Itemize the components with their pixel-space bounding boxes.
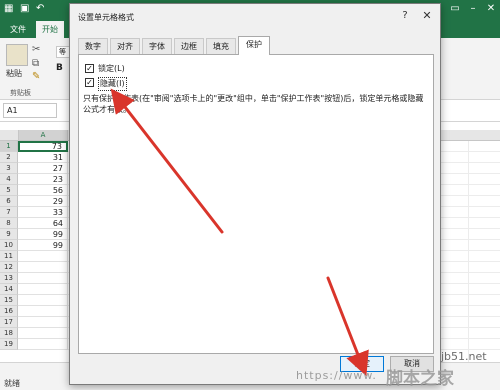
name-box[interactable]: A1 <box>3 103 57 118</box>
row-header[interactable]: 11 <box>0 251 18 262</box>
cell[interactable]: 64 <box>18 218 68 229</box>
cell[interactable] <box>18 262 68 273</box>
tab-number[interactable]: 数字 <box>78 38 108 54</box>
row-header[interactable]: 18 <box>0 328 18 339</box>
format-painter-icon[interactable]: ✎ <box>32 71 40 82</box>
watermark-site: jb51.net <box>441 350 487 363</box>
tab-file[interactable]: 文件 <box>4 21 32 38</box>
row-header[interactable]: 3 <box>0 163 18 174</box>
column-header-a[interactable]: A <box>18 130 68 141</box>
clipboard-group-label: 剪贴板 <box>10 89 31 97</box>
cell[interactable]: 31 <box>18 152 68 163</box>
cell[interactable]: 23 <box>18 174 68 185</box>
row-header[interactable]: 15 <box>0 295 18 306</box>
tab-protection[interactable]: 保护 <box>238 36 270 55</box>
protection-description: 只有保护工作表(在"审阅"选项卡上的"更改"组中，单击"保护工作表"按钮)后，锁… <box>83 94 424 114</box>
copy-icon[interactable]: ⧉ <box>32 58 39 69</box>
row-header[interactable]: 17 <box>0 317 18 328</box>
row-header[interactable]: 13 <box>0 273 18 284</box>
help-icon[interactable]: ? <box>398 9 412 23</box>
cell[interactable]: 29 <box>18 196 68 207</box>
save-icon[interactable]: ▣ <box>20 3 32 15</box>
ribbon-display-icon[interactable]: ▭ <box>448 2 462 16</box>
active-cell[interactable]: 73 <box>18 141 68 152</box>
tab-fill[interactable]: 填充 <box>206 38 236 54</box>
cell[interactable]: 99 <box>18 240 68 251</box>
row-header[interactable]: 19 <box>0 339 18 350</box>
row-header[interactable]: 7 <box>0 207 18 218</box>
cell[interactable] <box>18 251 68 262</box>
minimize-icon[interactable]: – <box>466 2 480 16</box>
cell[interactable]: 27 <box>18 163 68 174</box>
select-all-corner[interactable] <box>0 130 18 141</box>
cell[interactable]: 56 <box>18 185 68 196</box>
row-header[interactable]: 2 <box>0 152 18 163</box>
watermark-url: https://www. <box>296 369 377 382</box>
font-name-box[interactable]: 等 <box>56 46 70 58</box>
locked-checkbox-row[interactable]: ✓ 锁定(L) <box>85 63 165 75</box>
gridline-vertical <box>468 141 469 362</box>
cell[interactable] <box>18 328 68 339</box>
row-header[interactable]: 16 <box>0 306 18 317</box>
cell[interactable] <box>18 339 68 350</box>
watermark-brand: 脚本之家 <box>386 369 454 389</box>
row-header[interactable]: 1 <box>0 141 18 152</box>
paste-icon[interactable] <box>6 44 28 66</box>
cell[interactable] <box>18 306 68 317</box>
locked-label[interactable]: 锁定(L) <box>98 63 125 75</box>
hidden-checkbox-row[interactable]: ✓ 隐藏(I) <box>85 77 165 91</box>
cell[interactable]: 33 <box>18 207 68 218</box>
cell[interactable] <box>18 317 68 328</box>
row-header[interactable]: 12 <box>0 262 18 273</box>
tab-alignment[interactable]: 对齐 <box>110 38 140 54</box>
hidden-checkbox[interactable]: ✓ <box>85 78 94 87</box>
protection-panel: ✓ 锁定(L) ✓ 隐藏(I) 只有保护工作表(在"审阅"选项卡上的"更改"组中… <box>78 54 434 354</box>
tab-home[interactable]: 开始 <box>36 21 64 38</box>
row-header[interactable]: 5 <box>0 185 18 196</box>
row-header[interactable]: 14 <box>0 284 18 295</box>
dialog-title: 设置单元格格式 <box>78 13 134 22</box>
bold-button[interactable]: B <box>56 63 63 73</box>
status-ready: 就绪 <box>4 379 20 388</box>
format-cells-dialog: 设置单元格格式 ? ✕ 数字 对齐 字体 边框 填充 保护 ✓ 锁定(L) ✓ … <box>69 3 441 385</box>
cell[interactable] <box>18 284 68 295</box>
hidden-label[interactable]: 隐藏(I) <box>98 77 127 91</box>
tab-font[interactable]: 字体 <box>142 38 172 54</box>
row-header[interactable]: 6 <box>0 196 18 207</box>
dialog-tabs: 数字 对齐 字体 边框 填充 保护 <box>78 36 438 55</box>
cell[interactable] <box>18 273 68 284</box>
excel-logo-icon: ▦ <box>4 3 14 14</box>
tab-border[interactable]: 边框 <box>174 38 204 54</box>
row-header[interactable]: 9 <box>0 229 18 240</box>
undo-icon[interactable]: ↶ <box>36 3 48 15</box>
close-icon[interactable]: ✕ <box>420 9 434 23</box>
cut-icon[interactable]: ✂ <box>32 44 40 55</box>
paste-button-label[interactable]: 粘贴 <box>6 68 22 79</box>
row-header[interactable]: 10 <box>0 240 18 251</box>
locked-checkbox[interactable]: ✓ <box>85 64 94 73</box>
cell[interactable]: 99 <box>18 229 68 240</box>
row-header[interactable]: 8 <box>0 218 18 229</box>
cell[interactable] <box>18 295 68 306</box>
row-header[interactable]: 4 <box>0 174 18 185</box>
close-window-icon[interactable]: ✕ <box>484 2 498 16</box>
